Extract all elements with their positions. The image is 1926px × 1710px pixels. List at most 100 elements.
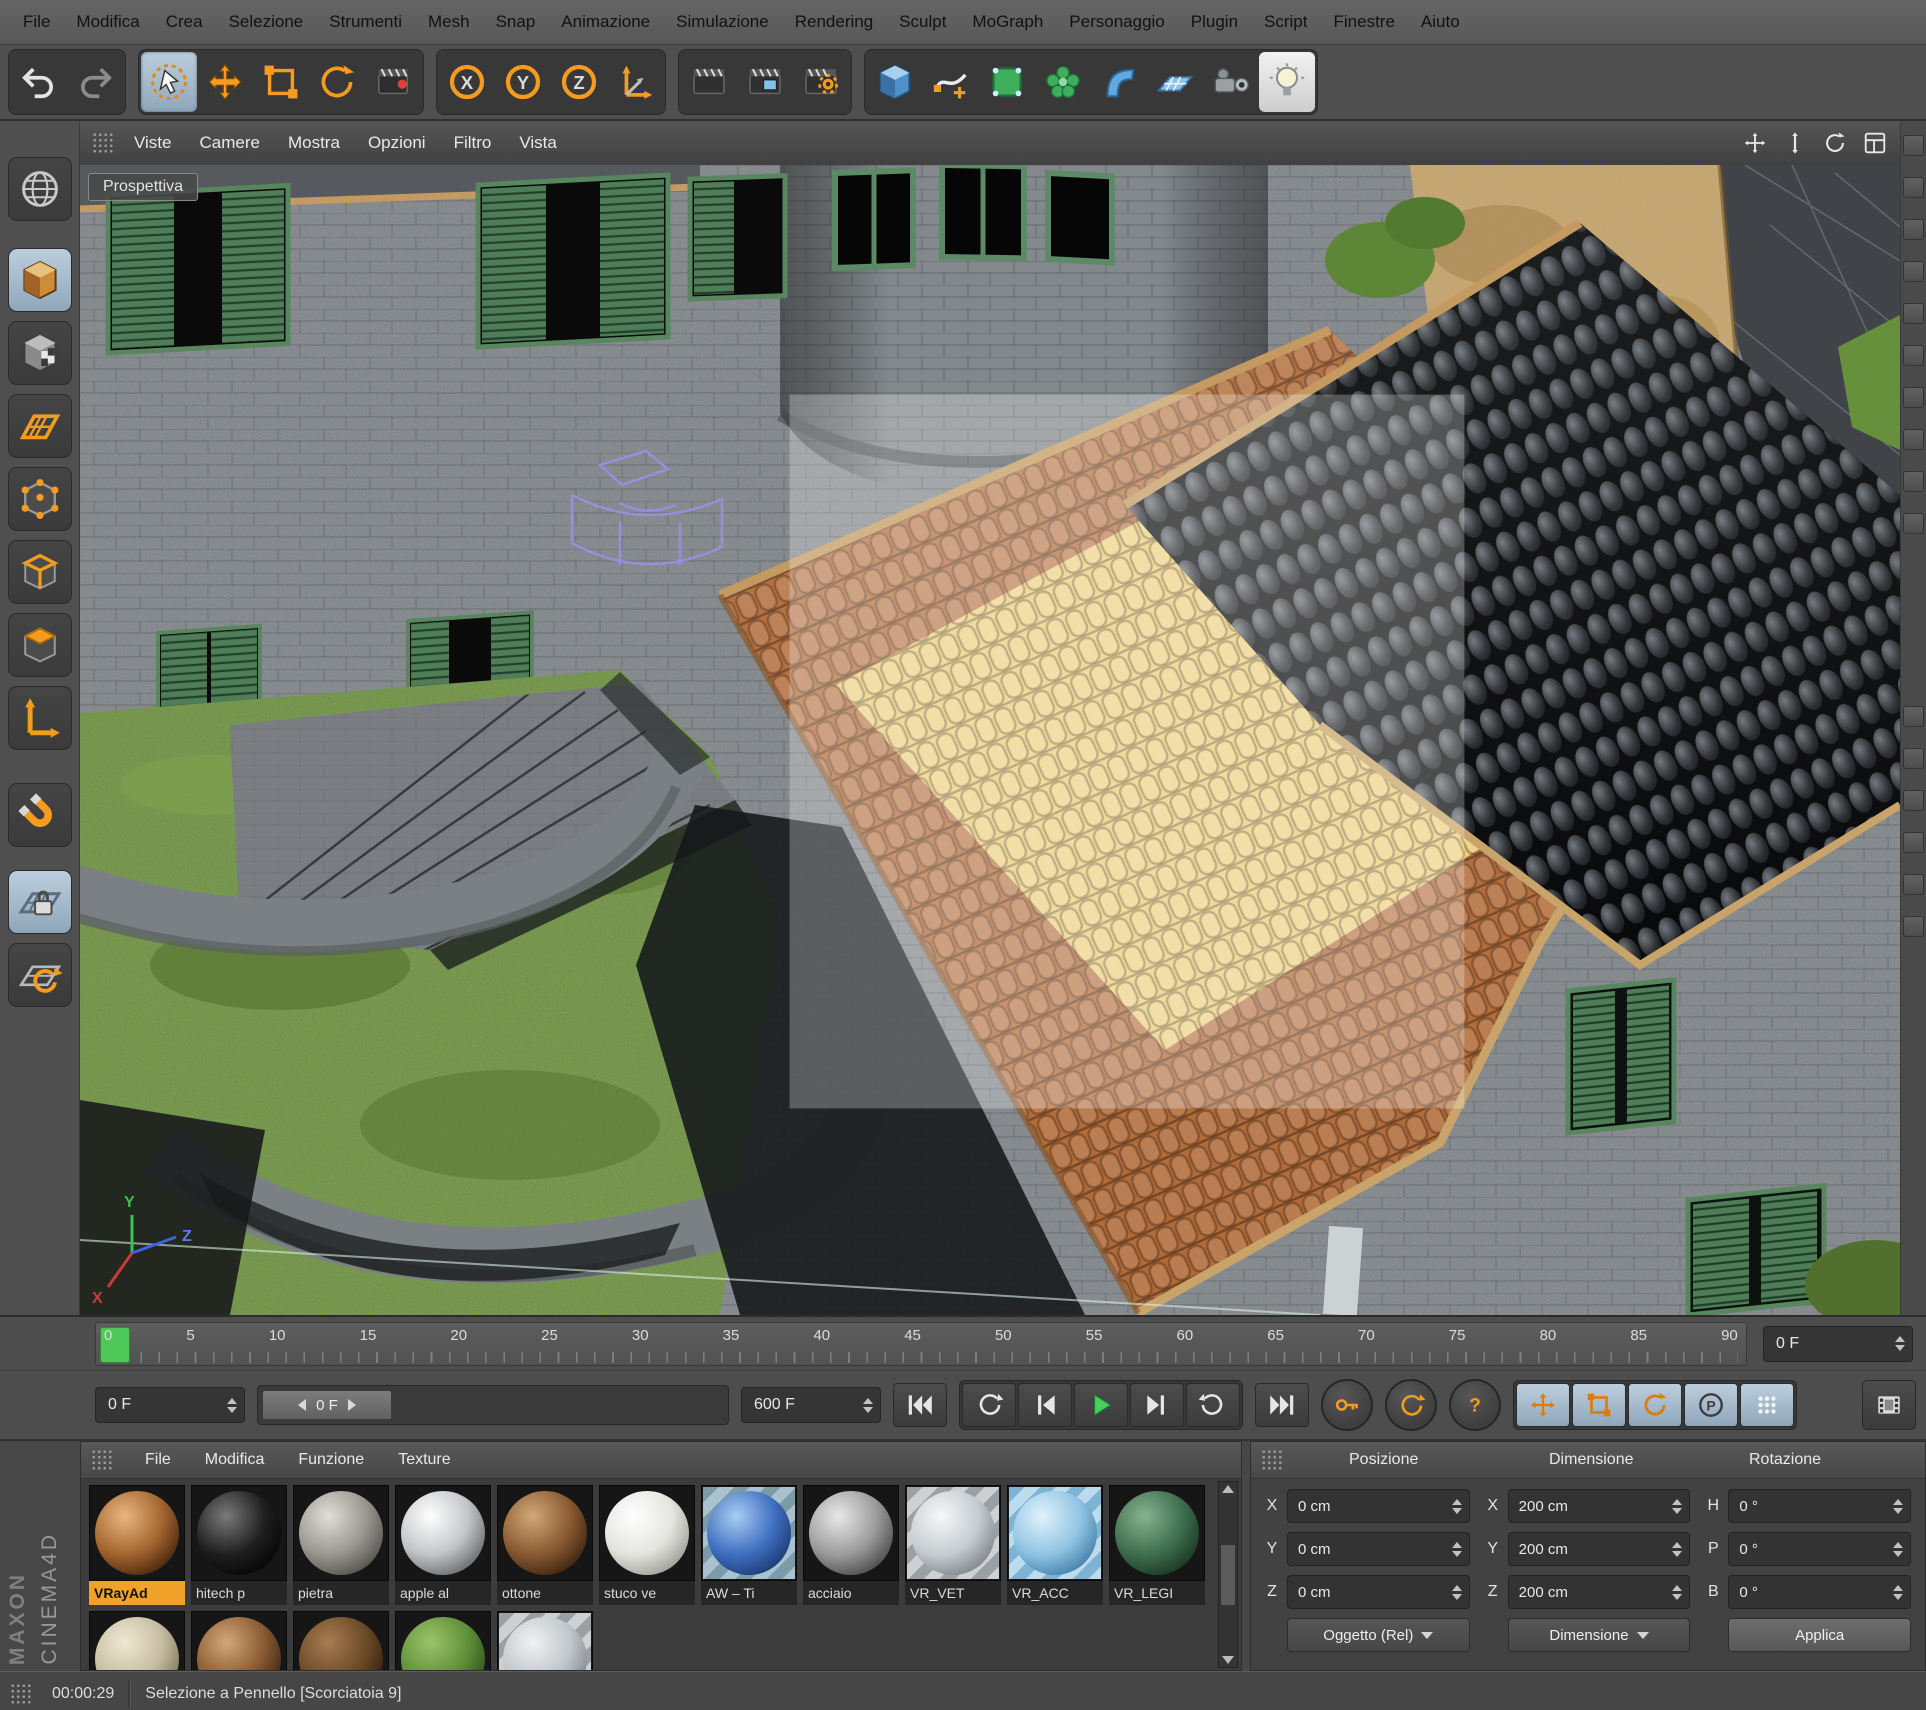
size-z-field[interactable]: 200 cm xyxy=(1508,1575,1691,1609)
material-name-label[interactable]: VR_LEGI xyxy=(1109,1581,1205,1605)
material-item[interactable]: apple al xyxy=(395,1485,491,1605)
model-mode-button[interactable] xyxy=(8,248,72,312)
workplane-orientation-button[interactable] xyxy=(8,943,72,1007)
viewport-rotate-icon[interactable] xyxy=(1822,130,1848,156)
menu-item[interactable]: Strumenti xyxy=(316,12,415,32)
menu-item[interactable]: Snap xyxy=(483,12,549,32)
material-name-label[interactable]: apple al xyxy=(395,1581,491,1605)
stepper-arrows-icon[interactable] xyxy=(862,1398,874,1413)
menu-item[interactable]: Plugin xyxy=(1178,12,1251,32)
material-thumbnail[interactable] xyxy=(1007,1485,1103,1581)
menu-item[interactable]: Finestre xyxy=(1321,12,1408,32)
stepper-arrows-icon[interactable] xyxy=(1892,1499,1904,1514)
material-item[interactable]: VRayAd xyxy=(89,1485,185,1605)
rotation-h-field[interactable]: 0 ° xyxy=(1728,1489,1911,1523)
material-item[interactable]: ottone xyxy=(497,1485,593,1605)
keyframe-selection-button[interactable] xyxy=(1740,1383,1794,1427)
frame-slider-thumb[interactable]: 0 F xyxy=(262,1390,392,1420)
material-scrollbar[interactable] xyxy=(1218,1481,1238,1668)
panel-drag-handle-icon[interactable] xyxy=(92,132,114,154)
scale-tool-button[interactable] xyxy=(253,52,309,112)
undo-button[interactable] xyxy=(11,52,67,112)
stepper-arrows-icon[interactable] xyxy=(1892,1585,1904,1600)
material-thumbnail[interactable] xyxy=(497,1485,593,1581)
size-y-field[interactable]: 200 cm xyxy=(1508,1532,1691,1566)
rotation-b-field[interactable]: 0 ° xyxy=(1728,1575,1911,1609)
material-thumbnail[interactable] xyxy=(293,1485,389,1581)
render-settings-button[interactable] xyxy=(793,52,849,112)
material-name-label[interactable]: ottone xyxy=(497,1581,593,1605)
live-selection-button[interactable] xyxy=(141,52,197,112)
mograph-cloner-button[interactable] xyxy=(1035,52,1091,112)
redo-button[interactable] xyxy=(67,52,123,112)
material-item[interactable]: AW – Ti xyxy=(701,1485,797,1605)
material-thumbnail[interactable] xyxy=(1109,1485,1205,1581)
stepper-arrows-icon[interactable] xyxy=(1671,1585,1683,1600)
viewport-menu-item[interactable]: Camere xyxy=(186,133,274,153)
panel-drag-handle-icon[interactable] xyxy=(1261,1449,1283,1471)
polygons-mode-button[interactable] xyxy=(8,613,72,677)
material-thumbnail[interactable] xyxy=(803,1485,899,1581)
add-cube-button[interactable] xyxy=(867,52,923,112)
play-button[interactable] xyxy=(1074,1383,1128,1427)
record-rotation-toggle[interactable] xyxy=(1628,1383,1682,1427)
viewport-toggle-layout-icon[interactable] xyxy=(1862,130,1888,156)
right-edge-panel[interactable] xyxy=(1900,121,1926,1315)
menu-item[interactable]: Mesh xyxy=(415,12,483,32)
menu-item[interactable]: Personaggio xyxy=(1056,12,1177,32)
stepper-arrows-icon[interactable] xyxy=(1451,1499,1463,1514)
material-item[interactable]: stuco ve xyxy=(599,1485,695,1605)
position-x-field[interactable]: 0 cm xyxy=(1287,1489,1470,1523)
menu-item[interactable]: Aiuto xyxy=(1408,12,1473,32)
viewport-menu-item[interactable]: Vista xyxy=(505,133,571,153)
keying-options-button[interactable]: ? xyxy=(1449,1379,1501,1431)
material-thumbnail[interactable] xyxy=(191,1611,287,1670)
stepper-arrows-icon[interactable] xyxy=(226,1398,238,1413)
next-frame-button[interactable] xyxy=(1130,1383,1184,1427)
material-item[interactable]: acciaio xyxy=(803,1485,899,1605)
stepper-arrows-icon[interactable] xyxy=(1671,1499,1683,1514)
material-name-label[interactable]: stuco ve xyxy=(599,1581,695,1605)
menu-item[interactable]: Simulazione xyxy=(663,12,782,32)
size-mode-dropdown[interactable]: Dimensione xyxy=(1508,1618,1691,1652)
record-parameter-toggle[interactable]: P xyxy=(1684,1383,1738,1427)
move-tool-button[interactable] xyxy=(197,52,253,112)
frame-range-slider[interactable]: 0 F xyxy=(257,1385,729,1425)
slider-right-arrow-icon[interactable] xyxy=(348,1399,356,1411)
position-y-field[interactable]: 0 cm xyxy=(1287,1532,1470,1566)
menu-item[interactable]: File xyxy=(10,12,63,32)
record-position-toggle[interactable] xyxy=(1516,1383,1570,1427)
viewport-zoom-icon[interactable] xyxy=(1782,130,1808,156)
menu-item[interactable]: Rendering xyxy=(782,12,886,32)
material-thumbnail[interactable] xyxy=(497,1611,593,1670)
material-thumbnail[interactable] xyxy=(905,1485,1001,1581)
panel-drag-handle-icon[interactable] xyxy=(10,1683,32,1705)
next-key-button[interactable] xyxy=(1186,1383,1240,1427)
axis-mode-button[interactable] xyxy=(8,686,72,750)
material-menu-item[interactable]: Funzione xyxy=(298,1451,364,1469)
material-thumbnail[interactable] xyxy=(89,1485,185,1581)
render-view-button[interactable] xyxy=(681,52,737,112)
subdivision-surface-button[interactable] xyxy=(979,52,1035,112)
material-item[interactable]: pietra xyxy=(293,1485,389,1605)
menu-item[interactable]: Modifica xyxy=(63,12,152,32)
material-thumbnail[interactable] xyxy=(395,1611,491,1670)
material-name-label[interactable]: acciaio xyxy=(803,1581,899,1605)
material-item[interactable] xyxy=(293,1611,389,1670)
record-keyframe-button[interactable] xyxy=(1321,1379,1373,1431)
menu-item[interactable]: Script xyxy=(1251,12,1320,32)
material-thumbnail[interactable] xyxy=(701,1485,797,1581)
material-menu-item[interactable]: Modifica xyxy=(205,1451,265,1469)
material-name-label[interactable]: VR_VET xyxy=(905,1581,1001,1605)
position-z-field[interactable]: 0 cm xyxy=(1287,1575,1470,1609)
viewport-menu-item[interactable]: Viste xyxy=(120,133,186,153)
viewport-scene[interactable]: Y Z X Prospettiva xyxy=(80,165,1900,1315)
material-name-label[interactable]: AW – Ti xyxy=(701,1581,797,1605)
rotation-p-field[interactable]: 0 ° xyxy=(1728,1532,1911,1566)
material-menu-item[interactable]: File xyxy=(145,1451,171,1469)
points-mode-button[interactable] xyxy=(8,467,72,531)
material-menu-item[interactable]: Texture xyxy=(398,1451,450,1469)
last-tool-button[interactable] xyxy=(365,52,421,112)
timeline-ruler[interactable]: 051015202530354045505560657075808590 xyxy=(95,1322,1747,1366)
z-axis-lock-button[interactable]: Z xyxy=(551,52,607,112)
